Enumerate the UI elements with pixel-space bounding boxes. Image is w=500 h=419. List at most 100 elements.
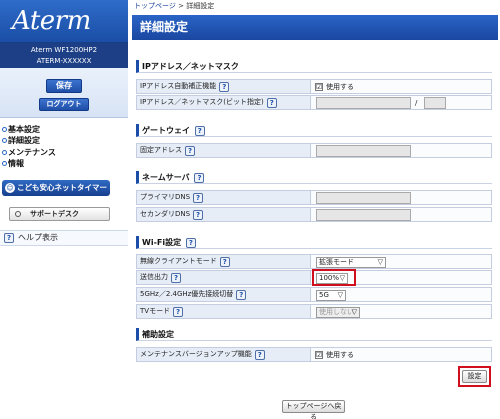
highlight-transmit-power	[312, 269, 356, 286]
help-icon[interactable]: ?	[194, 125, 205, 136]
sidebar-nav: 基本設定 詳細設定 メンテナンス 情報	[2, 124, 126, 170]
row-ip-netmask: IPアドレス／ネットマスク(ビット指定) ? /	[136, 95, 492, 110]
primary-dns-input[interactable]	[316, 192, 411, 204]
help-icon[interactable]: ?	[185, 145, 195, 156]
ip-auto-correct-checkbox[interactable]: ☑	[315, 83, 323, 91]
field-value	[311, 207, 492, 222]
client-mode-select[interactable]: 拡張モード ▽	[316, 257, 386, 268]
field-label: IPアドレス自動補正機能 ?	[136, 79, 311, 94]
help-icon[interactable]: ?	[173, 306, 184, 317]
ip-auto-correct-value: 使用する	[326, 83, 354, 91]
section-title: 補助設定	[142, 330, 174, 339]
section-gateway: ゲートウェイ ?	[136, 124, 492, 137]
help-icon[interactable]: ?	[193, 192, 204, 203]
field-value: 5G ▽	[311, 287, 492, 302]
nav-bullet-icon	[2, 161, 7, 166]
help-display-label: ヘルプ表示	[18, 233, 58, 242]
field-label: プライマリDNS ?	[136, 190, 311, 205]
breadcrumb-home-link[interactable]: トップページ	[134, 2, 176, 10]
tv-mode-label: TVモード	[140, 307, 171, 315]
field-label: TVモード ?	[136, 304, 311, 319]
help-display-link[interactable]: ? ヘルプ表示	[0, 230, 128, 246]
support-desk-button[interactable]: サポートデスク	[9, 207, 110, 221]
help-icon[interactable]: ?	[219, 256, 230, 267]
tv-mode-value: 使用しない	[319, 308, 354, 316]
nav-advanced-settings[interactable]: 詳細設定	[2, 136, 126, 146]
row-secondary-dns: セカンダリDNS ?	[136, 207, 492, 222]
router-settings-page: Aterm Aterm WF1200HP2 ATERM-XXXXXX 保存 ログ…	[0, 0, 500, 419]
chevron-down-icon: ▽	[337, 291, 343, 299]
nav-basic-settings[interactable]: 基本設定	[2, 124, 126, 134]
section-title: ゲートウェイ	[142, 126, 190, 135]
row-ip-auto-correct: IPアドレス自動補正機能 ? ☑ 使用する	[136, 79, 492, 94]
device-info: Aterm WF1200HP2 ATERM-XXXXXX	[0, 43, 128, 68]
nav-bullet-icon	[2, 138, 7, 143]
help-icon[interactable]: ?	[171, 272, 181, 283]
kids-net-timer-button[interactable]: ☺ こども安心ネットタイマー	[2, 180, 110, 196]
help-icon[interactable]: ?	[194, 172, 205, 183]
row-primary-dns: プライマリDNS ?	[136, 190, 492, 205]
field-value: /	[311, 95, 492, 110]
field-label: 送信出力 ?	[136, 270, 311, 285]
chevron-down-icon: ▽	[351, 308, 357, 316]
field-label: 無線クライアントモード ?	[136, 254, 311, 269]
client-mode-label: 無線クライアントモード	[140, 257, 217, 265]
row-gateway-fixed: 固定アドレス ?	[136, 143, 492, 158]
section-auxiliary: 補助設定	[136, 328, 492, 341]
model-name: Aterm WF1200HP2	[30, 46, 98, 54]
section-title: Wi-Fi設定	[142, 238, 182, 247]
logout-button[interactable]: ログアウト	[39, 98, 89, 111]
help-icon[interactable]: ?	[254, 349, 265, 360]
breadcrumb: トップページ > 詳細設定	[134, 1, 214, 11]
row-band-priority: 5GHz／2.4GHz優先接続切替 ? 5G ▽	[136, 287, 492, 302]
gateway-fixed-label: 固定アドレス	[140, 146, 182, 154]
nav-maintenance[interactable]: メンテナンス	[2, 147, 126, 157]
nav-bullet-icon	[2, 126, 7, 132]
page-title: 詳細設定	[132, 15, 498, 40]
nav-information[interactable]: 情報	[2, 159, 126, 169]
client-mode-value: 拡張モード	[319, 258, 354, 266]
netmask-bits-input[interactable]	[424, 97, 446, 109]
primary-dns-label: プライマリDNS	[140, 193, 191, 201]
nav-bullet-icon	[2, 149, 7, 155]
nav-label: メンテナンス	[8, 147, 56, 157]
field-value: 拡張モード ▽	[311, 254, 492, 269]
gateway-address-input[interactable]	[316, 145, 411, 157]
nav-label: 基本設定	[8, 124, 40, 134]
secondary-dns-input[interactable]	[316, 209, 411, 221]
help-icon[interactable]: ?	[266, 97, 277, 108]
nav-label: 情報	[8, 159, 24, 168]
ip-address-input[interactable]	[316, 97, 411, 109]
row-tv-mode: TVモード ? 使用しない ▽	[136, 304, 492, 319]
help-icon[interactable]: ?	[193, 209, 204, 220]
sidebar: Aterm Aterm WF1200HP2 ATERM-XXXXXX 保存 ログ…	[0, 0, 128, 419]
ip-netmask-slash: /	[415, 99, 418, 107]
field-value: ☑ 使用する	[311, 79, 492, 94]
band-priority-select[interactable]: 5G ▽	[316, 290, 346, 301]
field-label: 5GHz／2.4GHz優先接続切替 ?	[136, 287, 311, 302]
save-button[interactable]: 保存	[46, 79, 82, 93]
help-icon[interactable]: ?	[185, 237, 196, 248]
child-icon: ☺	[5, 183, 15, 193]
secondary-dns-label: セカンダリDNS	[140, 210, 191, 218]
help-icon[interactable]: ?	[236, 289, 247, 300]
row-wireless-client-mode: 無線クライアントモード ? 拡張モード ▽	[136, 254, 492, 269]
band-priority-label: 5GHz／2.4GHz優先接続切替	[140, 290, 234, 298]
aterm-logo: Aterm	[12, 6, 91, 36]
maintenance-update-value: 使用する	[326, 351, 354, 359]
maintenance-update-label: メンテナンスバージョンアップ機能	[140, 350, 252, 358]
help-icon[interactable]: ?	[219, 81, 230, 92]
field-label: IPアドレス／ネットマスク(ビット指定) ?	[136, 95, 311, 110]
breadcrumb-current: 詳細設定	[186, 2, 215, 10]
chevron-down-icon: ▽	[377, 258, 383, 266]
setting-button[interactable]: 設定	[462, 370, 487, 383]
maintenance-update-checkbox[interactable]: ☑	[315, 351, 323, 359]
help-icon: ?	[4, 233, 14, 243]
back-to-top-button[interactable]: トップページへ戻る	[282, 400, 345, 419]
transmit-power-label: 送信出力	[140, 273, 168, 281]
field-value: ☑ 使用する	[311, 347, 492, 362]
field-value	[311, 190, 492, 205]
ip-netmask-label: IPアドレス／ネットマスク(ビット指定)	[140, 98, 264, 106]
section-title: ネームサーバ	[142, 173, 190, 182]
section-ip-address: IPアドレス／ネットマスク	[136, 60, 492, 73]
